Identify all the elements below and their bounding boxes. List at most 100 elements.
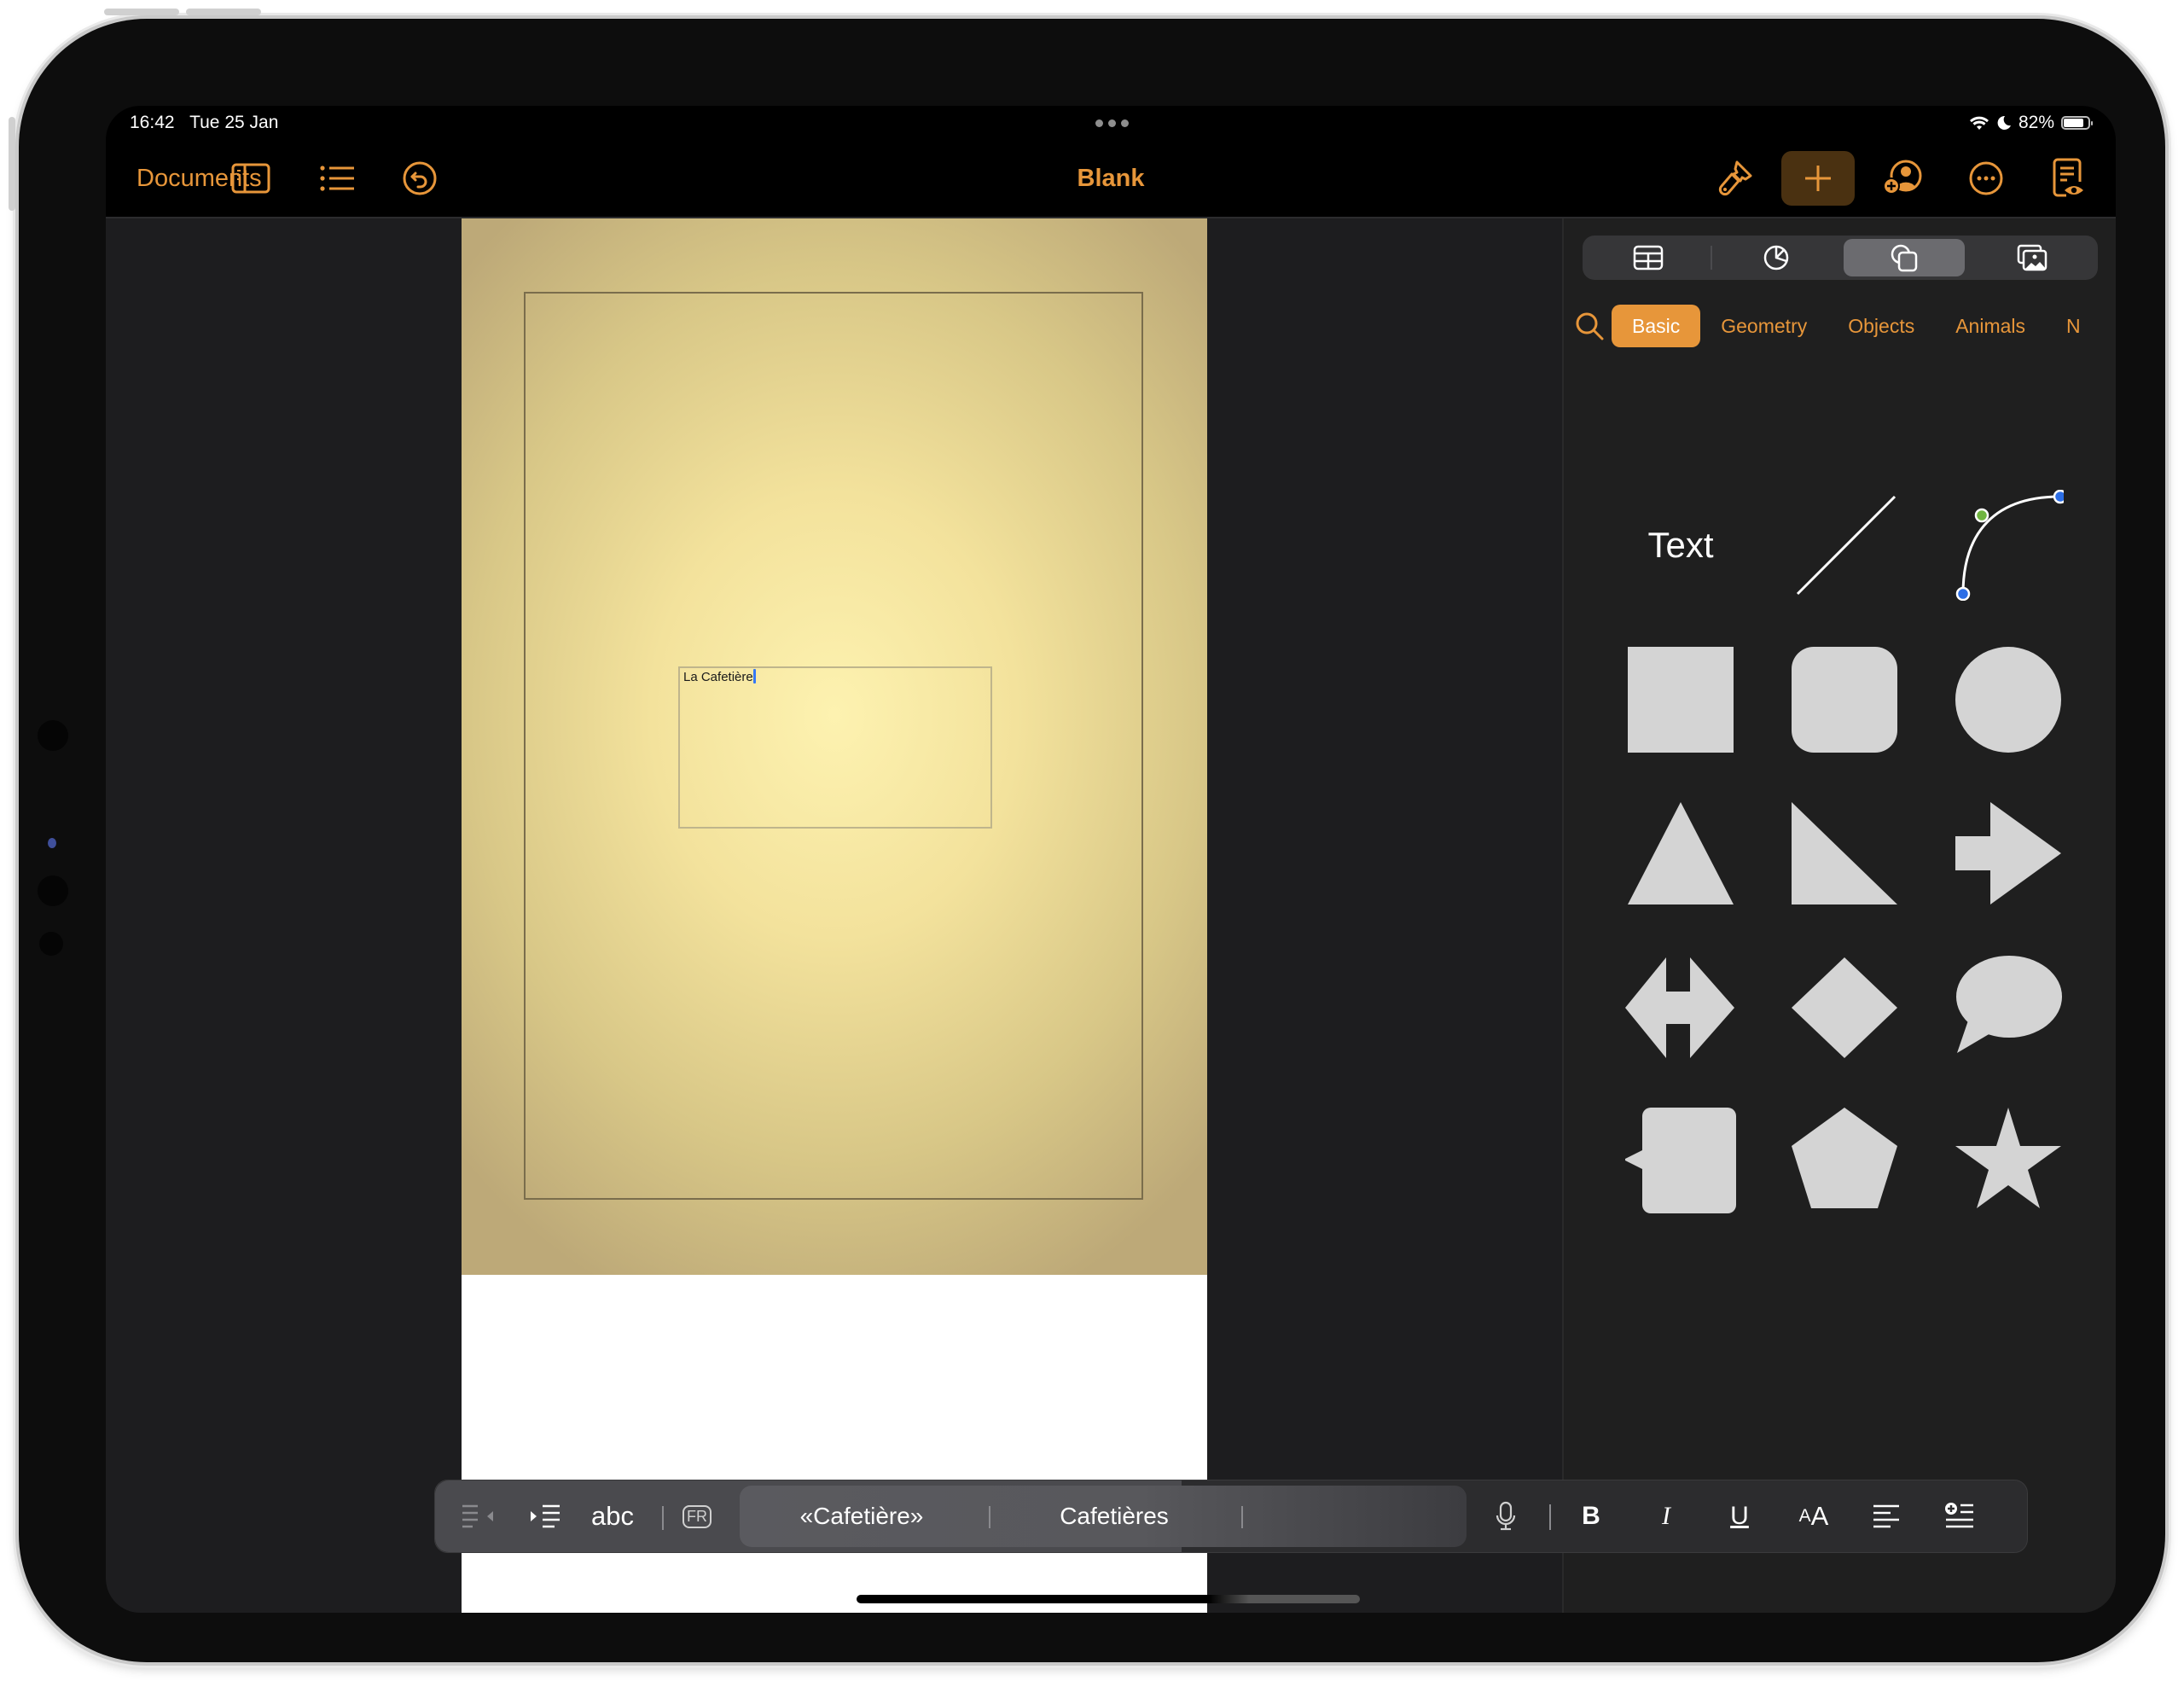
insert-list-button[interactable] [1938, 1480, 1981, 1552]
spellcheck-button[interactable]: abc [587, 1480, 638, 1552]
indent-icon [531, 1504, 560, 1528]
separator [1549, 1504, 1551, 1530]
shape-arrow[interactable] [1953, 799, 2064, 910]
microphone-icon [1496, 1501, 1516, 1531]
shapes-grid: Text [1564, 218, 2116, 1613]
rounded-square-shape-icon [1792, 647, 1897, 753]
line-shape-icon [1796, 495, 1896, 596]
diamond-shape-icon [1792, 957, 1897, 1058]
status-right: 82% [1969, 113, 2093, 133]
curve-shape-icon [1955, 490, 2064, 601]
speech-bubble-shape-icon [1956, 956, 2062, 1053]
suggestion-separator [989, 1506, 990, 1528]
flash [39, 932, 63, 956]
document-page[interactable]: La Cafetière [462, 218, 1207, 1613]
suggestion-2[interactable]: Cafetières [992, 1486, 1236, 1547]
font-size-button[interactable]: AA [1790, 1480, 1838, 1552]
plus-icon [1805, 166, 1831, 191]
right-triangle-shape-icon [1792, 802, 1897, 904]
insert-panel: Basic Geometry Objects Animals N Text [1562, 218, 2116, 1613]
shape-star[interactable] [1953, 1106, 2064, 1217]
insert-button[interactable] [1781, 151, 1855, 206]
text-box-content[interactable]: La Cafetière [683, 669, 756, 684]
undo-button[interactable] [394, 140, 445, 217]
shape-right-triangle[interactable] [1789, 799, 1900, 910]
volume-down-button [186, 9, 261, 15]
format-button[interactable] [1710, 140, 1761, 217]
ipad-device: 16:42 Tue 25 Jan 82% Documents Blank La … [9, 9, 2165, 1662]
insert-list-icon [1945, 1503, 1973, 1528]
circle-shape-icon [1955, 647, 2061, 753]
screen: 16:42 Tue 25 Jan 82% Documents Blank La … [106, 106, 2116, 1613]
camera-lens-2 [38, 875, 68, 906]
sidebar-icon [231, 163, 270, 194]
outdent-button[interactable] [459, 1480, 497, 1552]
reader-view-icon [2053, 158, 2083, 197]
indent-button[interactable] [527, 1480, 565, 1552]
camera-sensor [48, 838, 56, 848]
app-toolbar: Documents Blank [106, 140, 2116, 217]
shape-speech-bubble[interactable] [1953, 952, 2064, 1063]
align-button[interactable] [1865, 1480, 1908, 1552]
separator [662, 1506, 664, 1530]
language-badge: FR [682, 1504, 712, 1528]
arrow-shape-icon [1955, 802, 2061, 904]
shape-diamond[interactable] [1789, 952, 1900, 1063]
shape-text[interactable]: Text [1625, 490, 1736, 601]
outdent-icon [462, 1504, 493, 1528]
home-indicator[interactable] [857, 1595, 1360, 1603]
wifi-icon [1969, 116, 1989, 130]
triangle-shape-icon [1628, 802, 1734, 904]
shape-line[interactable] [1789, 490, 1900, 601]
text-cursor [752, 669, 756, 683]
shape-triangle[interactable] [1625, 799, 1736, 910]
list-icon [320, 166, 354, 191]
dictation-button[interactable] [1484, 1480, 1527, 1552]
double-arrow-shape-icon [1625, 957, 1734, 1058]
volume-up-button [104, 9, 179, 15]
shape-text-label: Text [1647, 525, 1714, 565]
shape-square[interactable] [1625, 645, 1736, 756]
collaborate-icon [1883, 160, 1922, 195]
shape-pentagon[interactable] [1789, 1106, 1900, 1217]
suggestion-separator [1241, 1506, 1243, 1528]
paintbrush-icon [1718, 160, 1752, 196]
more-icon [1969, 161, 2003, 195]
callout-square-shape-icon [1625, 1108, 1736, 1213]
date-text: Tue 25 Jan [189, 113, 279, 132]
keyboard-shortcut-bar: abc FR «Cafetière» Cafetières B I U A A [434, 1480, 2028, 1553]
text-box[interactable]: La Cafetière [678, 666, 992, 829]
language-button[interactable]: FR [676, 1480, 718, 1552]
camera-lens [38, 720, 68, 751]
battery-percent: 82% [2018, 113, 2054, 132]
status-time: 16:42 Tue 25 Jan [130, 113, 278, 133]
align-left-icon [1873, 1504, 1899, 1528]
time-text: 16:42 [130, 113, 175, 132]
workspace: La Cafetière Basic Geometry Objects Anim… [106, 217, 2116, 1613]
status-bar: 16:42 Tue 25 Jan 82% [106, 106, 2116, 140]
star-shape-icon [1955, 1108, 2061, 1208]
moon-icon [1997, 115, 2011, 130]
shape-curve[interactable] [1953, 490, 2064, 601]
suggestion-3[interactable] [1245, 1486, 1467, 1547]
underline-button[interactable]: U [1718, 1480, 1761, 1552]
collaborate-button[interactable] [1877, 140, 1928, 217]
top-button [9, 117, 15, 211]
more-button[interactable] [1960, 140, 2012, 217]
shape-double-arrow[interactable] [1625, 952, 1736, 1063]
battery-icon [2061, 116, 2093, 130]
sidebar-button[interactable] [225, 140, 276, 217]
bold-button[interactable]: B [1570, 1480, 1612, 1552]
pentagon-shape-icon [1792, 1108, 1897, 1208]
outline-button[interactable] [312, 140, 363, 217]
text-box-text: La Cafetière [683, 670, 753, 684]
predictive-suggestions: «Cafetière» Cafetières [740, 1486, 1467, 1547]
reader-view-button[interactable] [2042, 140, 2094, 217]
shape-callout-square[interactable] [1625, 1106, 1736, 1217]
shape-rounded-square[interactable] [1789, 645, 1900, 756]
multitasking-dots[interactable] [1095, 119, 1129, 127]
suggestion-1[interactable]: «Cafetière» [740, 1486, 984, 1547]
square-shape-icon [1628, 647, 1734, 753]
italic-button[interactable]: I [1645, 1480, 1687, 1552]
shape-circle[interactable] [1953, 645, 2064, 756]
